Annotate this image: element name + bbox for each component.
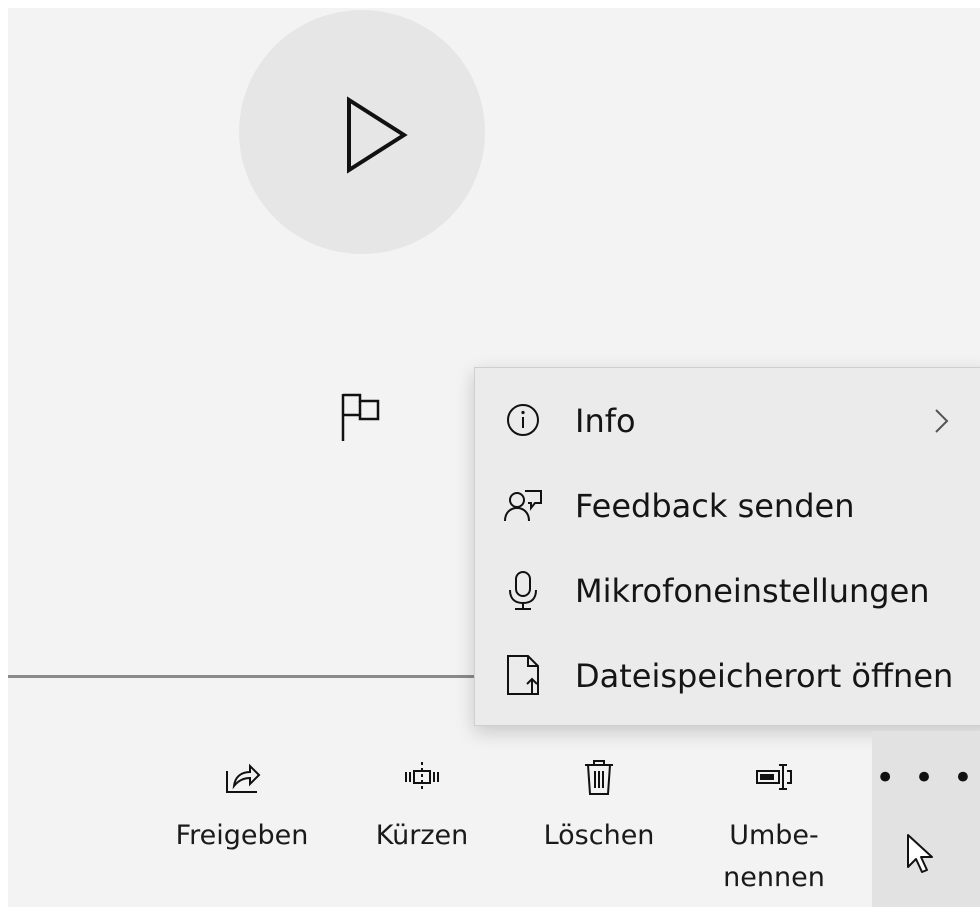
timeline-track[interactable] (8, 675, 478, 678)
menu-item-feedback[interactable]: Feedback senden (475, 463, 980, 549)
trim-button[interactable]: Kürzen (360, 735, 484, 905)
delete-button[interactable]: Löschen (532, 735, 666, 905)
trim-icon (405, 762, 439, 792)
feedback-icon (504, 490, 542, 522)
rename-icon (756, 764, 792, 790)
rename-button[interactable]: Umbe- nennen (712, 735, 836, 905)
context-menu: Info Feedback senden Mikrofoneinstellung… (474, 367, 980, 726)
rename-label: Umbe- nennen (723, 820, 825, 893)
play-icon (347, 96, 408, 174)
play-button[interactable] (239, 10, 485, 254)
delete-label: Löschen (543, 820, 655, 851)
mouse-cursor-icon (907, 834, 933, 873)
trash-icon (585, 760, 613, 795)
menu-item-label: Mikrofoneinstellungen (575, 572, 930, 610)
share-label: Freigeben (175, 820, 309, 851)
trim-label: Kürzen (375, 820, 469, 851)
voice-recorder-window: Info Feedback senden Mikrofoneinstellung… (0, 0, 980, 907)
more-options-button[interactable]: • • • (872, 731, 980, 907)
menu-item-label: Dateispeicherort öffnen (575, 657, 954, 695)
microphone-icon (509, 571, 537, 610)
share-icon (226, 763, 261, 793)
top-edge (0, 0, 980, 8)
file-location-icon (507, 655, 539, 695)
more-icon: • • • (875, 758, 977, 798)
menu-item-microphone-settings[interactable]: Mikrofoneinstellungen (475, 548, 980, 634)
menu-item-info[interactable]: Info (475, 378, 980, 464)
menu-item-label: Info (575, 402, 636, 440)
menu-item-label: Feedback senden (575, 487, 855, 525)
info-icon (507, 404, 539, 436)
left-edge (0, 0, 8, 907)
share-button[interactable]: Freigeben (170, 735, 314, 905)
chevron-right-icon (935, 409, 949, 433)
menu-item-open-file-location[interactable]: Dateispeicherort öffnen (475, 633, 980, 719)
flag-icon[interactable] (338, 389, 394, 443)
